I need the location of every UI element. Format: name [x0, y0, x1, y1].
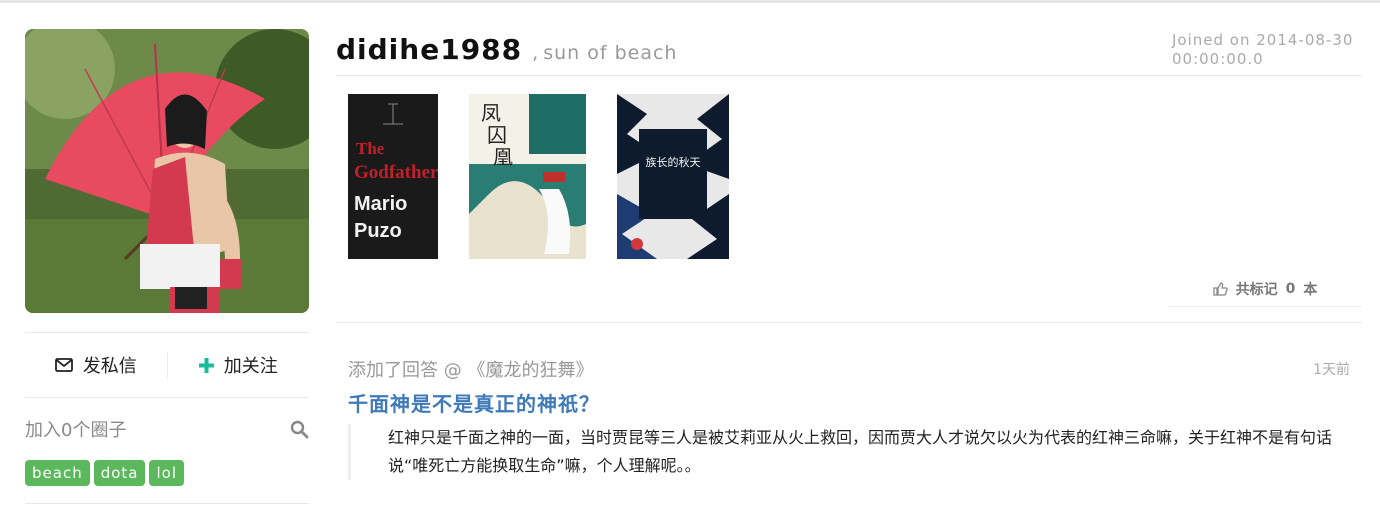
- follow-button[interactable]: 加关注: [166, 352, 310, 378]
- circles-count-label: 加入0个圈子: [25, 420, 127, 441]
- book-title-line: Godfather: [354, 162, 438, 183]
- activity-action[interactable]: 添加了回答 @ 《魔龙的狂舞》: [348, 356, 593, 382]
- profile-sidebar: 发私信 加关注 加入0个圈子 beach dota lol: [25, 29, 309, 504]
- thumbs-up-icon: [1212, 282, 1228, 296]
- tag-beach[interactable]: beach: [25, 460, 90, 486]
- username: didihe1988: [336, 33, 523, 66]
- book-cover-godfather[interactable]: The Godfather Mario Puzo: [348, 94, 438, 259]
- book-title-line: 囚: [487, 123, 507, 147]
- follow-label: 加关注: [223, 356, 278, 377]
- book-author-line: Mario: [354, 193, 407, 215]
- profile-actions: 发私信 加关注: [25, 333, 309, 397]
- book-cover-autumn-patriarch[interactable]: 族长的秋天: [617, 94, 729, 259]
- book-title-line: 凰: [493, 145, 513, 169]
- mark-row: 共标记 0 本: [336, 272, 1362, 317]
- search-icon[interactable]: [290, 420, 309, 439]
- top-border: [0, 0, 1380, 3]
- book-cover-fengqiuhuang[interactable]: 凤 囚 凰: [469, 94, 586, 259]
- send-message-button[interactable]: 发私信: [25, 352, 167, 378]
- profile-main: didihe1988 , sun of beach Joined on 2014…: [336, 29, 1362, 480]
- name-line: didihe1988 , sun of beach: [336, 29, 677, 75]
- tag-lol[interactable]: lol: [149, 460, 184, 486]
- divider: [25, 503, 309, 504]
- tag-dota[interactable]: dota: [93, 460, 146, 486]
- activity-header: 添加了回答 @ 《魔龙的狂舞》 1天前: [348, 356, 1350, 382]
- user-motto: sun of beach: [543, 42, 678, 64]
- book-title-line: 凤: [481, 101, 501, 125]
- circles-row: 加入0个圈子: [25, 398, 309, 460]
- user-avatar[interactable]: [25, 29, 309, 313]
- marked-label: 共标记: [1235, 282, 1278, 298]
- activity-item: 添加了回答 @ 《魔龙的狂舞》 1天前 千面神是不是真正的神祇？ 红神只是千面之…: [336, 323, 1362, 480]
- question-title-link[interactable]: 千面神是不是真正的神祇？: [348, 388, 1350, 417]
- book-title-line: 族长的秋天: [646, 155, 701, 169]
- answer-excerpt: 红神只是千面之神的一面，当时贾昆等三人是被艾莉亚从火上救回，因而贾大人才说欠以火…: [348, 424, 1350, 480]
- marked-count: 0: [1285, 281, 1296, 297]
- book-list: The Godfather Mario Puzo 凤 囚 凰 族长的秋天: [336, 76, 1362, 272]
- book-author-line: Puzo: [354, 220, 402, 242]
- activity-time: 1天前: [1313, 362, 1350, 378]
- marked-books-count: 共标记 0 本: [1168, 272, 1362, 307]
- motto-separator: ,: [532, 42, 540, 64]
- joined-date: Joined on 2014-08-30 00:00:00.0: [1172, 31, 1354, 68]
- plus-icon: [198, 357, 214, 373]
- profile-header: didihe1988 , sun of beach Joined on 2014…: [336, 29, 1362, 76]
- book-title-line: The: [356, 139, 385, 158]
- send-message-label: 发私信: [82, 356, 137, 377]
- marked-unit: 本: [1303, 282, 1318, 298]
- envelope-icon: [54, 358, 73, 372]
- circle-tags: beach dota lol: [25, 460, 309, 503]
